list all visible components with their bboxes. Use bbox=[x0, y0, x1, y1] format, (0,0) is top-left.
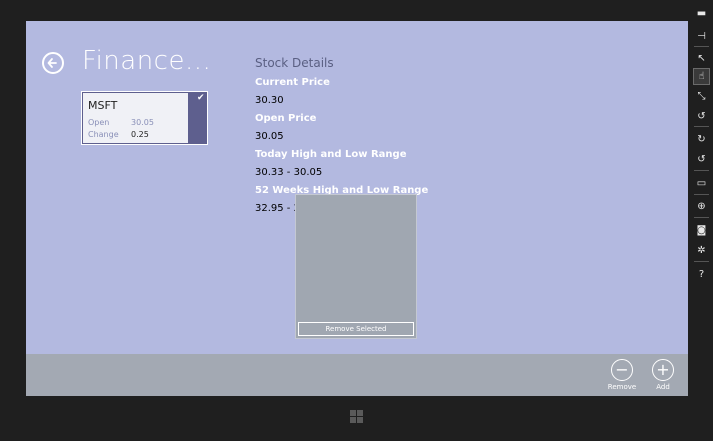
current-price-value: 30.30 bbox=[255, 95, 284, 106]
pinch-zoom-icon[interactable]: ⤡ bbox=[693, 88, 710, 105]
rotate-counterclockwise-icon[interactable]: ↺ bbox=[693, 151, 710, 168]
app-bar: − Remove + Add bbox=[26, 354, 688, 396]
change-value: 0.25 bbox=[131, 130, 149, 139]
simulator-toolbar: ▬ ⊣ ↖ ☝ ⤡ ↺ ↻ ↺ ▭ ⊕ ◙ ✲ ? bbox=[690, 0, 713, 441]
help-icon[interactable]: ? bbox=[693, 266, 710, 283]
rotation-icon[interactable]: ↺ bbox=[693, 108, 710, 125]
remove-command[interactable]: − Remove bbox=[602, 359, 642, 391]
stock-tile[interactable]: MSFT Open 30.05 Change 0.25 ✔ bbox=[81, 91, 208, 145]
year-range-value: 32.95 - 2 bbox=[255, 203, 300, 214]
minimize-icon[interactable]: ▬ bbox=[693, 5, 710, 22]
minus-icon: − bbox=[611, 359, 633, 381]
today-range-label: Today High and Low Range bbox=[255, 149, 407, 160]
current-price-label: Current Price bbox=[255, 77, 330, 88]
change-label: Change bbox=[88, 130, 119, 139]
remove-flyout: Remove Selected bbox=[295, 194, 417, 339]
resolution-icon[interactable]: ▭ bbox=[693, 175, 710, 192]
pin-icon[interactable]: ⊣ bbox=[693, 28, 710, 45]
settings-icon[interactable]: ✲ bbox=[693, 242, 710, 259]
open-price-value: 30.05 bbox=[255, 131, 284, 142]
touch-icon[interactable]: ☝ bbox=[693, 68, 710, 85]
app-screen: Finance... MSFT Open 30.05 Change 0.25 ✔… bbox=[26, 21, 688, 396]
remove-command-label: Remove bbox=[607, 383, 637, 391]
add-command[interactable]: + Add bbox=[643, 359, 683, 391]
location-icon[interactable]: ⊕ bbox=[693, 198, 710, 215]
page-title: Finance... bbox=[82, 46, 212, 76]
rotate-clockwise-icon[interactable]: ↻ bbox=[693, 131, 710, 148]
open-value: 30.05 bbox=[131, 118, 154, 127]
plus-icon: + bbox=[652, 359, 674, 381]
back-button[interactable] bbox=[42, 52, 64, 74]
remove-selected-button[interactable]: Remove Selected bbox=[298, 322, 414, 336]
checkmark-icon: ✔ bbox=[197, 93, 205, 103]
add-command-label: Add bbox=[656, 383, 670, 391]
today-range-value: 30.33 - 30.05 bbox=[255, 167, 323, 178]
back-arrow-icon bbox=[47, 58, 57, 68]
stock-tile-body: MSFT Open 30.05 Change 0.25 bbox=[83, 93, 188, 143]
pointer-icon[interactable]: ↖ bbox=[693, 50, 710, 67]
windows-logo-icon[interactable] bbox=[350, 410, 363, 423]
open-price-label: Open Price bbox=[255, 113, 317, 124]
details-heading: Stock Details bbox=[255, 56, 334, 70]
screenshot-icon[interactable]: ◙ bbox=[693, 222, 710, 239]
open-label: Open bbox=[88, 118, 110, 127]
stock-symbol: MSFT bbox=[88, 99, 118, 112]
simulator-frame: Finance... MSFT Open 30.05 Change 0.25 ✔… bbox=[0, 0, 713, 441]
